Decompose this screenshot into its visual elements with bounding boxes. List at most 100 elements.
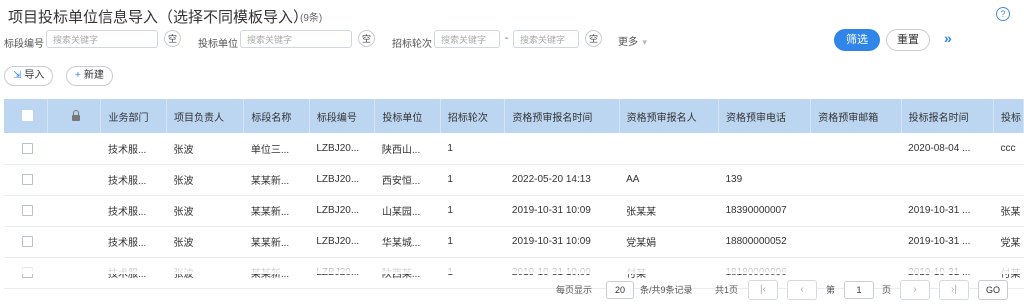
column-header[interactable]: 业务部门 bbox=[100, 99, 167, 133]
row-checkbox[interactable] bbox=[22, 173, 33, 185]
page-number-input[interactable]: 1 bbox=[844, 281, 874, 299]
column-header[interactable]: 标段名称 bbox=[243, 99, 310, 133]
column-header[interactable]: 投标 bbox=[993, 99, 1024, 133]
table-cell: LZBJ20... bbox=[309, 133, 375, 165]
table-cell: 西安恒... bbox=[374, 164, 441, 196]
round-clear-button[interactable]: 空 bbox=[585, 30, 602, 47]
column-header[interactable]: 招标轮次 bbox=[440, 99, 506, 133]
column-header[interactable]: 项目负责人 bbox=[166, 99, 245, 133]
import-label: 导入 bbox=[24, 70, 45, 81]
per-page-input[interactable]: 20 bbox=[606, 281, 634, 299]
table-row[interactable]: 技术服... 张波 单位三... LZBJ20... 陕西山... 1 2020-08-04… bbox=[4, 133, 1024, 165]
table-cell: 技术服... bbox=[100, 164, 167, 196]
import-button[interactable]: ⇲ 导入 bbox=[4, 66, 54, 86]
column-header[interactable]: 投标报名时间 bbox=[901, 99, 994, 133]
table-cell: 2019-10-31 10:09 bbox=[504, 226, 620, 258]
round-from-input[interactable]: 搜索关键字 bbox=[434, 30, 500, 48]
row-checkbox-cell[interactable] bbox=[4, 133, 48, 165]
table-cell: 张波 bbox=[166, 133, 244, 165]
table-cell: 18800000052 bbox=[718, 226, 811, 258]
table-cell: 技术服... bbox=[100, 226, 167, 258]
table-cell: 1 bbox=[440, 226, 505, 258]
new-label: 新建 bbox=[83, 70, 104, 81]
column-header[interactable]: 资格预审邮箱 bbox=[810, 99, 902, 133]
table-cell bbox=[619, 133, 719, 165]
table-cell: 张某 bbox=[993, 195, 1024, 227]
table-cell: 张波 bbox=[166, 164, 244, 196]
table-cell: 单位三... bbox=[243, 133, 310, 165]
row-checkbox-cell[interactable] bbox=[4, 226, 48, 258]
table-row[interactable]: 技术服... 张波 某某新... LZBJ20... 华某城... 1 2019-10-31… bbox=[4, 226, 1024, 258]
lock-icon bbox=[72, 109, 81, 121]
table-cell: LZBJ20... bbox=[309, 226, 375, 258]
page-prefix: 第 bbox=[826, 285, 836, 295]
more-filters-toggle[interactable]: 更多 ▼ bbox=[618, 33, 649, 48]
table-cell bbox=[810, 133, 902, 165]
table-cell: 山某园... bbox=[374, 195, 441, 227]
reset-button[interactable]: 重置 bbox=[886, 29, 930, 51]
table-cell: LZBJ20... bbox=[309, 164, 375, 196]
column-header[interactable]: 资格预审电话 bbox=[718, 99, 812, 133]
column-header[interactable]: 标段编号 bbox=[309, 99, 376, 133]
filter-bidder-label: 投标单位 bbox=[198, 39, 238, 50]
expand-double-chevron-icon[interactable]: » bbox=[944, 30, 952, 46]
table-cell: 陕西山... bbox=[374, 133, 441, 165]
table-cell: 1 bbox=[440, 133, 505, 165]
table-cell bbox=[901, 164, 994, 196]
next-page-icon[interactable]: › bbox=[900, 280, 930, 300]
column-header[interactable]: 资格预审报名时间 bbox=[504, 99, 620, 133]
table-cell: 2019-10-31 ... bbox=[901, 226, 994, 258]
table-cell bbox=[810, 164, 902, 196]
bidder-search-input[interactable]: 搜索关键字 bbox=[240, 30, 352, 48]
new-button[interactable]: + 新建 bbox=[66, 66, 113, 86]
table-cell: 技术服... bbox=[100, 195, 167, 227]
filter-button[interactable]: 筛选 bbox=[834, 29, 880, 51]
select-all-checkbox[interactable] bbox=[22, 110, 33, 122]
page-title: 项目投标单位信息导入（选择不同模板导入） bbox=[8, 9, 309, 26]
table-cell: 某某新... bbox=[243, 164, 310, 196]
round-range-dash: - bbox=[505, 33, 509, 44]
table-cell: 2020-08-04 ... bbox=[901, 133, 994, 165]
plus-icon: + bbox=[75, 70, 81, 81]
column-header[interactable]: 资格预审报名人 bbox=[619, 99, 720, 133]
table-header-row: 业务部门 项目负责人 标段名称 标段编号 投标单位 招标轮次 资格预审报名时间 … bbox=[4, 99, 1024, 133]
table-cell bbox=[504, 133, 620, 165]
table-row[interactable]: 技术服... 张波 某某新... LZBJ20... 西安恒... 1 2022-05-20… bbox=[4, 164, 1024, 196]
data-table: 业务部门 项目负责人 标段名称 标段编号 投标单位 招标轮次 资格预审报名时间 … bbox=[4, 99, 1024, 289]
table-row[interactable]: 技术服... 张波 某某新... LZBJ20... 山某园... 1 2019-10-31… bbox=[4, 195, 1024, 227]
row-checkbox[interactable] bbox=[22, 204, 33, 216]
select-all-header[interactable] bbox=[4, 99, 49, 133]
section-no-clear-button[interactable]: 空 bbox=[164, 30, 181, 47]
table-cell: 张某某 bbox=[619, 195, 719, 227]
table-cell: AA bbox=[619, 164, 719, 196]
first-page-icon[interactable]: |‹ bbox=[748, 280, 778, 300]
table-cell: 华某城... bbox=[374, 226, 441, 258]
last-page-icon[interactable]: ›| bbox=[939, 280, 969, 300]
table-cell: 2019-10-31 10:09 bbox=[504, 195, 620, 227]
table-cell: 党某 bbox=[993, 226, 1024, 258]
table-cell: 张波 bbox=[166, 226, 244, 258]
page-suffix: 页 bbox=[882, 285, 892, 295]
total-records-label: 条/共9条记录 bbox=[640, 285, 693, 295]
table-cell: 张波 bbox=[166, 195, 244, 227]
total-pages-label: 共1页 bbox=[715, 285, 739, 295]
table-cell: 139 bbox=[718, 164, 811, 196]
table-cell: LZBJ20... bbox=[309, 195, 375, 227]
row-lock-cell bbox=[47, 164, 101, 196]
round-to-input[interactable]: 搜索关键字 bbox=[513, 30, 579, 48]
table-cell: 1 bbox=[440, 195, 505, 227]
table-cell: 18390000007 bbox=[718, 195, 811, 227]
bidder-clear-button[interactable]: 空 bbox=[358, 30, 375, 47]
help-icon[interactable]: ? bbox=[996, 7, 1010, 21]
row-checkbox-cell[interactable] bbox=[4, 195, 48, 227]
section-no-search-input[interactable]: 搜索关键字 bbox=[46, 30, 158, 48]
row-checkbox[interactable] bbox=[22, 142, 33, 154]
go-button[interactable]: GO bbox=[978, 280, 1008, 300]
prev-page-icon[interactable]: ‹ bbox=[787, 280, 817, 300]
scroll-fade bbox=[0, 262, 1024, 274]
row-checkbox-cell[interactable] bbox=[4, 164, 48, 196]
row-lock-cell bbox=[47, 226, 101, 258]
import-icon: ⇲ bbox=[13, 70, 22, 81]
column-header[interactable]: 投标单位 bbox=[374, 99, 441, 133]
row-checkbox[interactable] bbox=[22, 235, 33, 247]
